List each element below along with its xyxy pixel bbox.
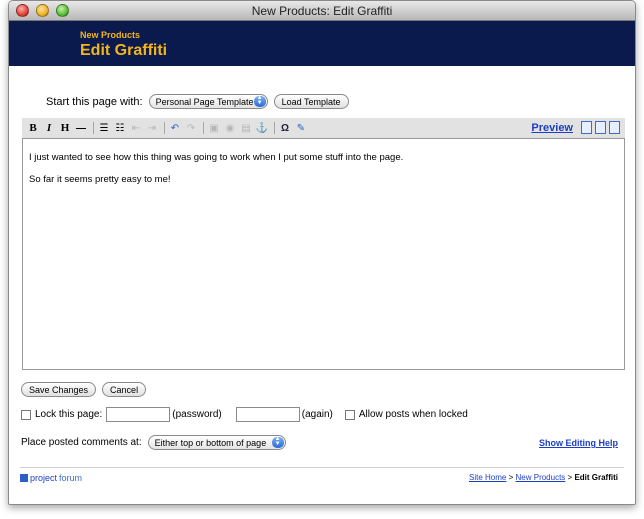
projectforum-logo[interactable]: project forum [20,473,82,483]
special-char-button[interactable]: Ω [278,121,292,135]
add-page-icon[interactable] [595,121,606,134]
template-select[interactable]: Personal Page Template ▲ ▼ [148,94,268,109]
page-banner: New Products Edit Graffiti [9,21,635,66]
banner-title: Edit Graffiti [80,42,168,59]
comments-label: Place posted comments at: [21,437,142,448]
title-bar: New Products: Edit Graffiti [9,1,635,21]
redo-icon[interactable]: ↷ [184,121,198,135]
horizontal-rule-button[interactable]: — [74,121,88,135]
view-icons [581,121,620,134]
breadcrumb: Site Home > New Products > Edit Graffiti [469,473,618,482]
password-again-hint: (again) [301,409,333,420]
password-again-field[interactable] [235,407,300,422]
allow-posts-label: Allow posts when locked [358,409,468,420]
password-hint: (password) [172,409,222,420]
logo-icon [20,474,28,482]
comments-row: Place posted comments at: Either top or … [21,435,286,450]
lock-page-label: Lock this page: [35,409,103,420]
select-arrows-icon: ▲ ▼ [253,95,266,107]
breadcrumb-site-home[interactable]: Site Home [469,473,506,482]
footer-divider [20,467,624,468]
edit-source-icon[interactable]: ✎ [294,121,308,135]
comments-select-value: Either top or bottom of page [154,437,267,448]
app-window: New Products: Edit Graffiti New Products… [8,0,636,505]
comments-position-select[interactable]: Either top or bottom of page ▲ ▼ [147,435,286,450]
page-view-icon[interactable] [581,121,592,134]
numbered-list-icon[interactable]: ☷ [113,121,127,135]
editing-help-link[interactable]: Show Editing Help [539,438,618,448]
editor-toolbar: B I H — ☰ ☷ ⇤ ⇥ ↶ ↷ ▣ ◉ ▤ ⚓ Ω ✎ Preview [22,118,625,138]
image-icon[interactable]: ▣ [207,121,221,135]
template-select-value: Personal Page Template [155,96,254,107]
lock-row: Lock this page: (password) (again) Allow… [21,407,468,422]
banner-subtitle: New Products [80,30,141,40]
save-changes-button[interactable]: Save Changes [21,382,97,397]
indent-icon[interactable]: ⇥ [145,121,159,135]
heading-button[interactable]: H [58,121,72,135]
editor-paragraph: I just wanted to see how this thing was … [29,152,404,163]
italic-button[interactable]: I [42,121,56,135]
toolbar-divider [93,122,94,134]
toolbar-divider [164,122,165,134]
allow-posts-checkbox[interactable] [344,409,355,420]
anchor-icon[interactable]: ⚓ [255,121,269,135]
preview-link[interactable]: Preview [531,122,573,134]
page-editor[interactable]: I just wanted to see how this thing was … [22,138,625,370]
form-actions: Save Changes Cancel [21,382,147,397]
select-arrows-icon: ▲ ▼ [271,436,284,448]
window-title: New Products: Edit Graffiti [251,4,393,18]
undo-icon[interactable]: ↶ [168,121,182,135]
cancel-button[interactable]: Cancel [102,382,147,397]
load-template-button[interactable]: Load Template [273,94,349,109]
template-label: Start this page with: [46,95,143,108]
table-icon[interactable]: ▤ [239,121,253,135]
lock-page-checkbox[interactable] [21,409,31,420]
bullet-list-icon[interactable]: ☰ [97,121,111,135]
editor-paragraph: So far it seems pretty easy to me! [29,174,171,185]
toolbar-divider [203,122,204,134]
password-field[interactable] [106,407,171,422]
export-page-icon[interactable] [609,121,620,134]
breadcrumb-new-products[interactable]: New Products [516,473,566,482]
toolbar-divider [274,122,275,134]
breadcrumb-current: Edit Graffiti [574,473,618,482]
template-row: Start this page with: Personal Page Temp… [46,94,349,109]
link-icon[interactable]: ◉ [223,121,237,135]
bold-button[interactable]: B [26,121,40,135]
outdent-icon[interactable]: ⇤ [129,121,143,135]
